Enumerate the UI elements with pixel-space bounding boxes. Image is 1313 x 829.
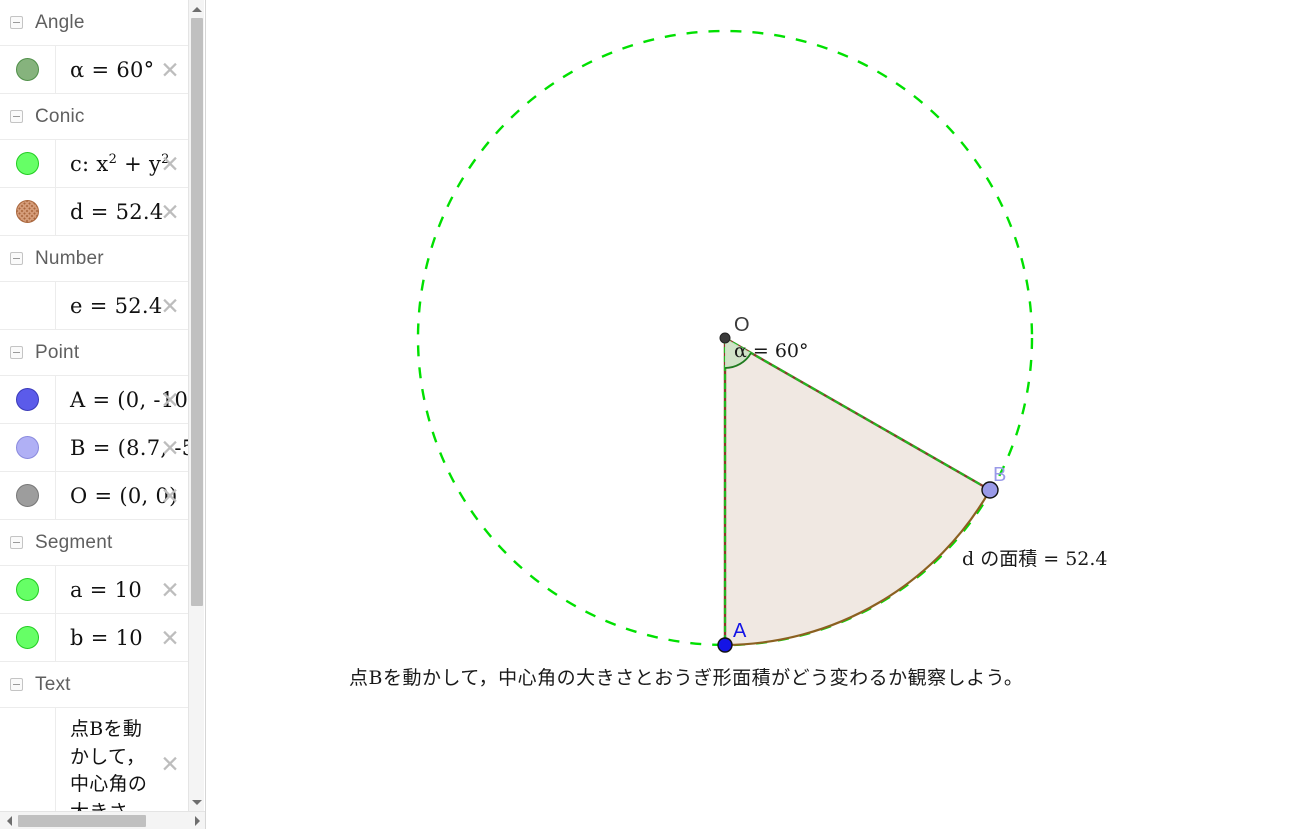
visibility-marker-hidden-icon	[16, 294, 39, 317]
delete-item-icon[interactable]: ✕	[159, 58, 181, 81]
visibility-marker-cell[interactable]	[0, 140, 56, 187]
point-A[interactable]	[717, 637, 733, 653]
algebra-item-row[interactable]: O = (0, 0) ✕	[0, 472, 189, 520]
collapse-toggle-icon[interactable]	[10, 536, 23, 549]
delete-item-icon[interactable]: ✕	[159, 436, 181, 459]
horizontal-scroll-thumb[interactable]	[18, 815, 146, 827]
group-header-segment[interactable]: Segment	[0, 520, 189, 566]
visibility-marker-cell[interactable]	[0, 566, 56, 613]
algebra-item-row[interactable]: B = (8.7, -5 ✕	[0, 424, 189, 472]
delete-item-icon[interactable]: ✕	[159, 484, 181, 507]
graphics-view[interactable]: α = 60° d の面積 = 52.4 O A B 点Bを動かして，中心角の大…	[207, 0, 1313, 829]
scroll-left-arrow[interactable]	[1, 812, 17, 829]
point-O-label: O	[734, 314, 750, 336]
angle-value-label: α = 60°	[734, 340, 809, 362]
geometry-canvas[interactable]: α = 60° d の面積 = 52.4 O A B	[207, 0, 1313, 829]
algebra-item-row[interactable]: b = 10 ✕	[0, 614, 189, 662]
group-header-angle[interactable]: Angle	[0, 0, 189, 46]
instruction-text: 点Bを動かして，中心角の大きさとおうぎ形面積がどう変わるか観察しよう。	[349, 667, 1024, 689]
algebra-item-label: d = 52.4	[70, 199, 164, 224]
algebra-item-row[interactable]: c: x2 + y2 ✕	[0, 140, 189, 188]
group-title: Angle	[35, 11, 85, 33]
delete-item-icon[interactable]: ✕	[159, 152, 181, 175]
visibility-marker-icon[interactable]	[16, 200, 39, 223]
algebra-item-row[interactable]: d = 52.4 ✕	[0, 188, 189, 236]
triangle-up-icon	[192, 6, 202, 12]
group-title: Segment	[35, 531, 113, 553]
visibility-marker-icon[interactable]	[16, 484, 39, 507]
algebra-horizontal-scrollbar[interactable]	[0, 811, 205, 829]
algebra-item-row[interactable]: e = 52.4 ✕	[0, 282, 189, 330]
visibility-marker-hidden-icon	[16, 752, 39, 775]
scroll-down-arrow[interactable]	[189, 794, 205, 810]
visibility-marker-cell[interactable]	[0, 424, 56, 471]
scroll-up-arrow[interactable]	[189, 1, 205, 17]
sector-fill	[725, 338, 990, 645]
group-title: Text	[35, 673, 71, 695]
point-B-label: B	[993, 464, 1006, 486]
point-O[interactable]	[719, 332, 731, 344]
visibility-marker-icon[interactable]	[16, 436, 39, 459]
delete-item-icon[interactable]: ✕	[159, 294, 181, 317]
group-header-point[interactable]: Point	[0, 330, 189, 376]
visibility-marker-icon[interactable]	[16, 578, 39, 601]
algebra-item-label: e = 52.4	[70, 293, 163, 318]
visibility-marker-icon[interactable]	[16, 388, 39, 411]
visibility-marker-cell[interactable]	[0, 46, 56, 93]
group-title: Number	[35, 247, 104, 269]
algebra-item-label: a = 10	[70, 577, 142, 602]
algebra-tree: Angle α = 60° ✕ Conic c: x2 + y2 ✕ d = 52.4 ✕ Nu…	[0, 0, 189, 811]
delete-item-icon[interactable]: ✕	[159, 200, 181, 223]
visibility-marker-cell[interactable]	[0, 188, 56, 235]
collapse-toggle-icon[interactable]	[10, 16, 23, 29]
visibility-marker-cell[interactable]	[0, 614, 56, 661]
algebra-item-label: α = 60°	[70, 57, 155, 82]
algebra-item-row[interactable]: 点Bを動かして，中心角の大きさ ✕	[0, 708, 189, 811]
delete-item-icon[interactable]: ✕	[159, 388, 181, 411]
collapse-toggle-icon[interactable]	[10, 678, 23, 691]
visibility-marker-icon[interactable]	[16, 58, 39, 81]
triangle-left-icon	[6, 816, 12, 826]
algebra-vertical-scrollbar[interactable]	[188, 0, 204, 811]
delete-item-icon[interactable]: ✕	[159, 578, 181, 601]
collapse-toggle-icon[interactable]	[10, 252, 23, 265]
algebra-item-label: b = 10	[70, 625, 143, 650]
algebra-item-row[interactable]: α = 60° ✕	[0, 46, 189, 94]
triangle-right-icon	[194, 816, 200, 826]
algebra-item-label: c: x2 + y2	[70, 151, 170, 176]
group-header-text[interactable]: Text	[0, 662, 189, 708]
algebra-item-row[interactable]: A = (0, -10) ✕	[0, 376, 189, 424]
sector-area-label: d の面積 = 52.4	[962, 548, 1108, 570]
visibility-marker-icon[interactable]	[16, 152, 39, 175]
collapse-toggle-icon[interactable]	[10, 110, 23, 123]
algebra-item-label: 点Bを動かして，中心角の大きさ	[70, 718, 148, 811]
visibility-marker-icon[interactable]	[16, 626, 39, 649]
group-header-number[interactable]: Number	[0, 236, 189, 282]
triangle-down-icon	[192, 799, 202, 805]
group-title: Conic	[35, 105, 85, 127]
visibility-marker-cell[interactable]	[0, 376, 56, 423]
visibility-marker-cell[interactable]	[0, 282, 56, 329]
visibility-marker-cell[interactable]	[0, 472, 56, 519]
group-header-conic[interactable]: Conic	[0, 94, 189, 140]
geogebra-app: Angle α = 60° ✕ Conic c: x2 + y2 ✕ d = 52.4 ✕ Nu…	[0, 0, 1313, 829]
vertical-scroll-thumb[interactable]	[191, 18, 203, 606]
collapse-toggle-icon[interactable]	[10, 346, 23, 359]
visibility-marker-cell[interactable]	[0, 708, 56, 811]
point-A-label: A	[733, 620, 747, 642]
delete-item-icon[interactable]: ✕	[159, 626, 181, 649]
algebra-panel: Angle α = 60° ✕ Conic c: x2 + y2 ✕ d = 52.4 ✕ Nu…	[0, 0, 206, 829]
group-title: Point	[35, 341, 80, 363]
scroll-right-arrow[interactable]	[189, 812, 205, 829]
delete-item-icon[interactable]: ✕	[159, 752, 181, 775]
algebra-item-row[interactable]: a = 10 ✕	[0, 566, 189, 614]
